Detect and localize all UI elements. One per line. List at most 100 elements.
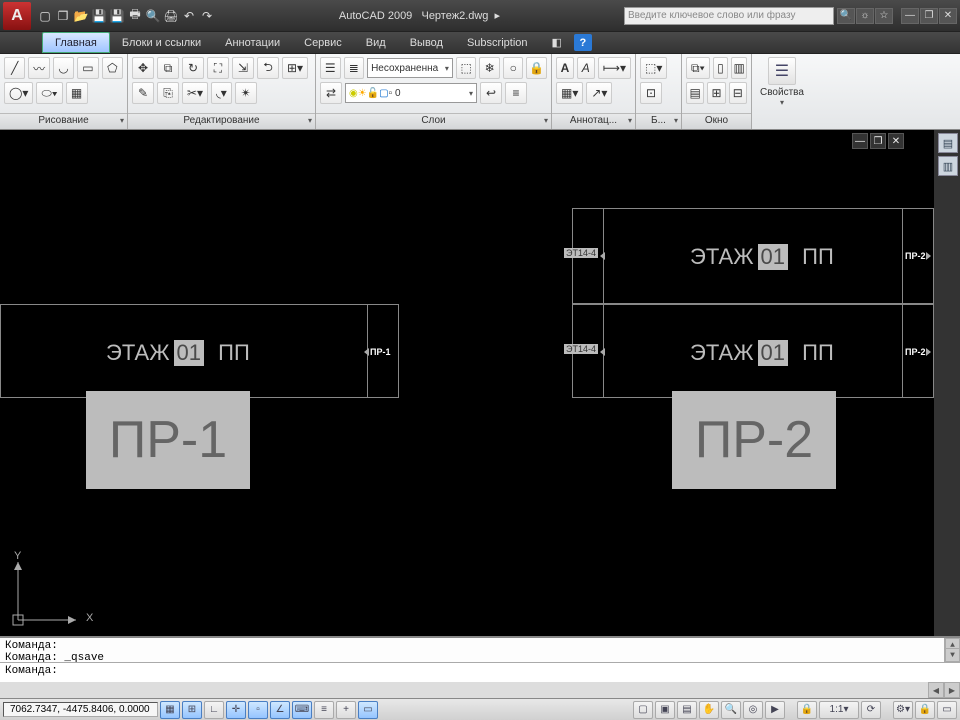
tab-output[interactable]: Вывод xyxy=(398,32,455,53)
layer-walk-button[interactable]: ≡ xyxy=(505,82,527,104)
app-menu-button[interactable]: A xyxy=(3,2,31,30)
grid-toggle[interactable]: ⊞ xyxy=(182,701,202,719)
window-close[interactable]: ✕ xyxy=(939,8,957,24)
quickview-button[interactable]: ▤ xyxy=(677,701,697,719)
tile-h-button[interactable]: ▤ xyxy=(686,82,704,104)
modelspace-button[interactable]: ▢ xyxy=(633,701,653,719)
showmotion-button[interactable]: ▶ xyxy=(765,701,785,719)
scroll-left-icon[interactable]: ◀ xyxy=(928,682,944,698)
layer-freeze-button[interactable]: ❄ xyxy=(479,57,500,79)
block-insert-button[interactable]: ⬚▾ xyxy=(640,57,667,79)
comm-center-icon[interactable]: ☼ xyxy=(856,8,874,24)
tab-annotations[interactable]: Аннотации xyxy=(213,32,292,53)
hatch-button[interactable]: ▦ xyxy=(66,82,88,104)
rotate-button[interactable]: ↻ xyxy=(182,57,204,79)
erase-button[interactable]: ✎ xyxy=(132,82,154,104)
redo-icon[interactable]: ↷ xyxy=(199,8,215,24)
explode-button[interactable]: ✴ xyxy=(235,82,257,104)
tab-home[interactable]: Главная xyxy=(42,32,110,53)
panel-draw-title[interactable]: Рисование▾ xyxy=(0,113,127,129)
mirror-button[interactable]: ⮌ xyxy=(257,57,279,79)
panel-window-title[interactable]: Окно xyxy=(682,113,751,129)
layer-prop-button[interactable]: ☰ xyxy=(320,57,341,79)
command-history[interactable]: Команда: Команда: _qsave ▲ ▼ xyxy=(0,638,960,662)
annoscale-button[interactable]: 🔒 xyxy=(797,701,817,719)
properties-button[interactable]: ☰ Свойства ▾ xyxy=(752,54,812,110)
trim-button[interactable]: ✂▾ xyxy=(182,82,208,104)
preview-icon[interactable]: 🔍 xyxy=(145,8,161,24)
panel-modify-title[interactable]: Редактирование▾ xyxy=(128,113,315,129)
layer-prev-button[interactable]: ↩ xyxy=(480,82,502,104)
mtext-button[interactable]: A xyxy=(556,57,574,79)
undo-icon[interactable]: ↶ xyxy=(181,8,197,24)
doc-restore[interactable]: ❐ xyxy=(870,133,886,149)
polyline-button[interactable]: 〰 xyxy=(28,57,49,79)
otrack-toggle[interactable]: ∠ xyxy=(270,701,290,719)
favorites-icon[interactable]: ☆ xyxy=(875,8,893,24)
scroll-down-icon[interactable]: ▼ xyxy=(945,648,960,662)
pan-button[interactable]: ✋ xyxy=(699,701,719,719)
table-button[interactable]: ▦▾ xyxy=(556,82,583,104)
layer-off-button[interactable]: ○ xyxy=(503,57,524,79)
dyn-toggle[interactable]: ⌨ xyxy=(292,701,312,719)
fillet-button[interactable]: ◟▾ xyxy=(211,82,232,104)
current-layer-select[interactable]: ◉☀🔓▢▫ 0▾ xyxy=(345,83,477,103)
files-icon[interactable]: ❐ xyxy=(55,8,71,24)
arc-button[interactable]: ◡ xyxy=(53,57,74,79)
tool-palettes-icon[interactable]: ▤ xyxy=(938,133,958,153)
sheet-set-icon[interactable]: ▥ xyxy=(938,156,958,176)
wheel-button[interactable]: ◎ xyxy=(743,701,763,719)
layout-button[interactable]: ▣ xyxy=(655,701,675,719)
rectangle-button[interactable]: ▭ xyxy=(77,57,98,79)
cleanscreen-button[interactable]: ▭ xyxy=(937,701,957,719)
lwt-toggle[interactable]: ≡ xyxy=(314,701,334,719)
doc-close[interactable]: ✕ xyxy=(888,133,904,149)
saveall-icon[interactable]: 💾 xyxy=(109,8,125,24)
plot-icon[interactable]: 🖶 xyxy=(127,8,143,24)
doc-minimize[interactable]: — xyxy=(852,133,868,149)
cascade-button[interactable]: ▯ xyxy=(713,57,729,79)
coordinates-display[interactable]: 7062.7347, -4475.8406, 0.0000 xyxy=(3,702,158,717)
ellipse-button[interactable]: ⬭▾ xyxy=(36,82,62,104)
annosync-button[interactable]: ⟳ xyxy=(861,701,881,719)
polygon-button[interactable]: ⬠ xyxy=(102,57,123,79)
print-icon[interactable]: 🖨 xyxy=(163,8,179,24)
tab-subscription[interactable]: Subscription xyxy=(455,32,540,53)
layer-iso-button[interactable]: ⬚ xyxy=(456,57,477,79)
layer-states-button[interactable]: ≣ xyxy=(344,57,365,79)
stretch-button[interactable]: ⇲ xyxy=(232,57,254,79)
qp-toggle[interactable]: + xyxy=(336,701,356,719)
save-icon[interactable]: 💾 xyxy=(91,8,107,24)
workspace-button[interactable]: ⚙▾ xyxy=(893,701,913,719)
panel-block-title[interactable]: Б...▾ xyxy=(636,113,681,129)
layer-lock-button[interactable]: 🔒 xyxy=(526,57,547,79)
window-restore[interactable]: ❐ xyxy=(920,8,938,24)
snap-toggle[interactable]: ▦ xyxy=(160,701,180,719)
polar-toggle[interactable]: ✛ xyxy=(226,701,246,719)
text-button[interactable]: A xyxy=(577,57,595,79)
offset-button[interactable]: ⎘ xyxy=(157,82,179,104)
array-button[interactable]: ⊞▾ xyxy=(282,57,308,79)
move-button[interactable]: ✥ xyxy=(132,57,154,79)
block-create-button[interactable]: ⊡ xyxy=(640,82,662,104)
layer-state-select[interactable]: Несохраненна▾ xyxy=(367,58,453,78)
help-button[interactable]: ? xyxy=(574,34,592,51)
command-v-scroll[interactable]: ▲ ▼ xyxy=(944,638,960,662)
window-minimize[interactable]: — xyxy=(901,8,919,24)
tab-view[interactable]: Вид xyxy=(354,32,398,53)
scale-display[interactable]: 1:1▾ xyxy=(819,701,859,719)
model-space-canvas[interactable]: — ❐ ✕ ЭТАЖ01 ПП ПР-1 ПР-1 ЭТ14-4 . ЭТАЖ0… xyxy=(0,130,934,636)
viewport-button[interactable]: ⧉▾ xyxy=(686,57,710,79)
tile-v-button[interactable]: ▥ xyxy=(731,57,747,79)
tab-blocks[interactable]: Блоки и ссылки xyxy=(110,32,213,53)
layer-match-button[interactable]: ⇄ xyxy=(320,82,342,104)
scroll-right-icon[interactable]: ▶ xyxy=(944,682,960,698)
tab-service[interactable]: Сервис xyxy=(292,32,354,53)
open-icon[interactable]: 📂 xyxy=(73,8,89,24)
win3-button[interactable]: ⊟ xyxy=(729,82,747,104)
osnap-toggle[interactable]: ▫ xyxy=(248,701,268,719)
infocenter-search[interactable]: Введите ключевое слово или фразу xyxy=(624,7,834,25)
zoom-button[interactable]: 🔍 xyxy=(721,701,741,719)
panel-layers-title[interactable]: Слои▾ xyxy=(316,113,551,129)
scale-button[interactable]: ⛶ xyxy=(207,57,229,79)
